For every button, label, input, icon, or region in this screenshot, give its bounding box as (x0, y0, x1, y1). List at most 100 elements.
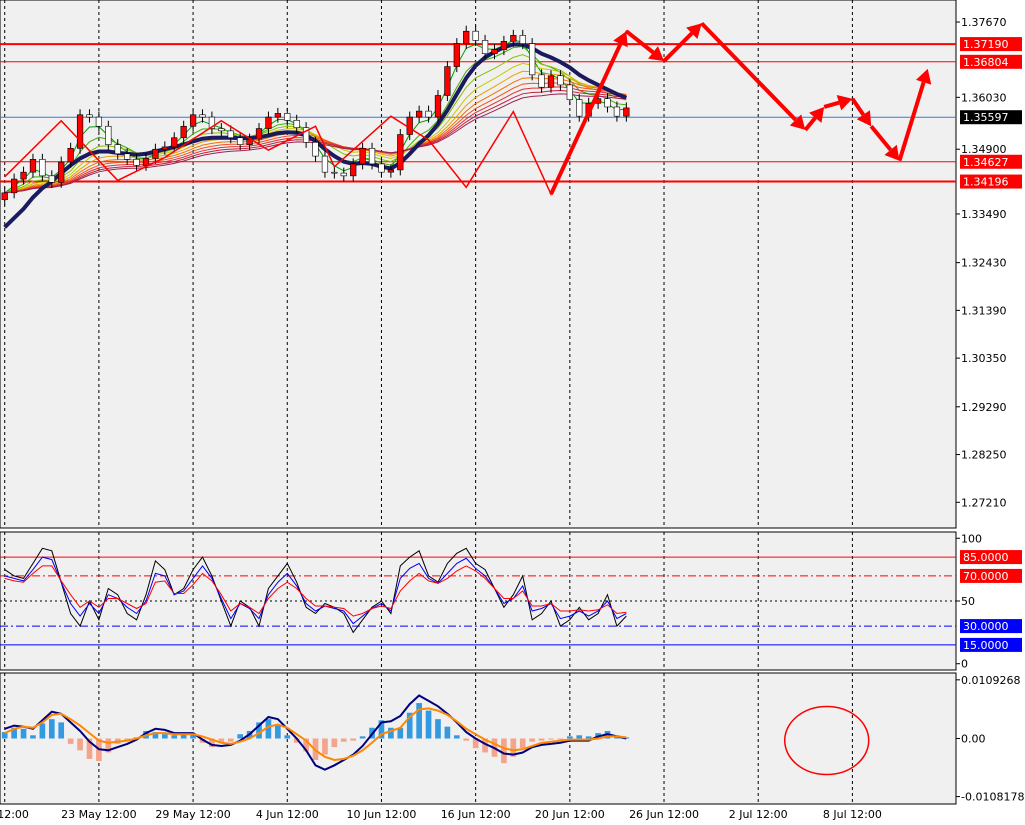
histogram-bar (453, 735, 460, 739)
histogram-bar (275, 725, 281, 739)
candle-body (406, 116, 413, 135)
candle-body (623, 107, 630, 117)
forex-chart[interactable]: ay 12:00 23 May 12:00 29 May 12:00 4 Jun 12… (0, 0, 1025, 825)
candle-body (312, 142, 319, 157)
candle-body (218, 128, 225, 132)
histogram-bar (501, 738, 507, 764)
histogram-bar (48, 719, 55, 739)
candle-body (152, 148, 159, 159)
y-tick-label: 0 (961, 658, 968, 671)
candle-body (133, 159, 140, 166)
candle-body (491, 49, 498, 55)
histogram-bar (585, 736, 592, 739)
histogram-bar (576, 735, 583, 739)
candle-body (472, 30, 479, 41)
histogram-bar (350, 738, 357, 741)
candle-body (359, 147, 366, 165)
candle-body (434, 95, 442, 118)
histogram-bar (67, 738, 74, 744)
candle-body (284, 113, 291, 121)
candle-body (331, 171, 338, 174)
y-tick-label: 1.32430 (961, 257, 1007, 270)
histogram-bar (538, 738, 545, 741)
x-tick-label: 26 Jun 12:00 (629, 808, 699, 821)
x-tick-label: 2 Jul 12:00 (729, 808, 788, 821)
histogram-bar (548, 738, 554, 740)
candle-body (368, 147, 376, 165)
candle-body (566, 84, 573, 100)
candle-body (321, 155, 329, 173)
level-tag-label: 1.34627 (963, 156, 1009, 169)
y-tick-label: 0.00 (961, 733, 986, 746)
candle-body (378, 163, 385, 173)
x-tick-label: 16 Jun 12:00 (441, 808, 511, 821)
candle-body (11, 178, 18, 194)
candle-body (237, 137, 244, 145)
histogram-bar (331, 738, 338, 748)
candle-body (576, 99, 583, 117)
candle-body (529, 43, 536, 76)
candle-body (604, 98, 611, 108)
y-tick-label: 1.31390 (961, 304, 1007, 317)
candle-body (86, 114, 93, 118)
candle-body (227, 130, 234, 139)
y-tick-label: 1.30350 (961, 352, 1007, 365)
histogram-bar (425, 710, 432, 739)
y-tick-label: 0.0109268 (961, 674, 1021, 687)
candle-body (519, 35, 526, 44)
y-tick-label: 100 (961, 532, 982, 545)
x-tick-label: 23 May 12:00 (61, 808, 136, 821)
y-tick-label: 50 (961, 595, 975, 608)
candle-body (481, 40, 489, 55)
histogram-bar (519, 738, 526, 749)
histogram-bar (529, 738, 535, 742)
x-tick-label: 20 Jun 12:00 (535, 808, 605, 821)
candle-body (95, 116, 103, 127)
candle-body (463, 30, 470, 44)
candle-body (613, 106, 621, 117)
y-tick-label: 1.36030 (961, 91, 1007, 104)
candle-body (557, 75, 564, 86)
level-tag-label: 1.36804 (963, 56, 1009, 69)
histogram-bar (444, 726, 451, 739)
level-tag-label: 30.0000 (963, 620, 1009, 633)
candle-body (20, 171, 27, 180)
candle-body (58, 161, 65, 183)
histogram-bar (39, 723, 46, 739)
histogram-bar (359, 736, 366, 739)
candle-body (199, 114, 206, 118)
candle-body (29, 159, 37, 173)
histogram-bar (567, 736, 573, 739)
price-panel[interactable] (0, 0, 957, 529)
candle-body (538, 74, 545, 88)
level-tag-label: 1.34196 (963, 176, 1009, 189)
histogram-bar (435, 719, 441, 739)
candle-body (105, 125, 112, 145)
x-tick-label: 10 Jun 12:00 (347, 808, 417, 821)
histogram-bar (340, 738, 347, 742)
level-tag-label: 15.0000 (963, 639, 1009, 652)
candle-body (114, 144, 121, 155)
candle-body (1, 192, 8, 201)
candle-body (189, 114, 197, 127)
candle-body (453, 43, 460, 67)
x-tick-label: ay 12:00 (0, 808, 29, 821)
x-tick-label: 4 Jun 12:00 (256, 808, 319, 821)
candle-body (274, 113, 281, 118)
candle-body (255, 128, 263, 140)
candle-body (39, 159, 46, 177)
histogram-bar (284, 735, 291, 739)
histogram-bar (171, 735, 178, 739)
candle-body (387, 169, 395, 173)
candle-body (425, 110, 432, 118)
x-tick-label: 29 May 12:00 (155, 808, 230, 821)
histogram-bar (322, 738, 328, 755)
histogram-bar (463, 738, 470, 741)
histogram-bar (77, 738, 83, 751)
candle-body (161, 146, 168, 150)
candle-body (67, 147, 74, 163)
candle-body (416, 110, 423, 118)
y-tick-label: -0.0108178 (961, 791, 1024, 804)
candle-body (547, 75, 555, 88)
level-tag-label: 1.35597 (963, 111, 1009, 124)
